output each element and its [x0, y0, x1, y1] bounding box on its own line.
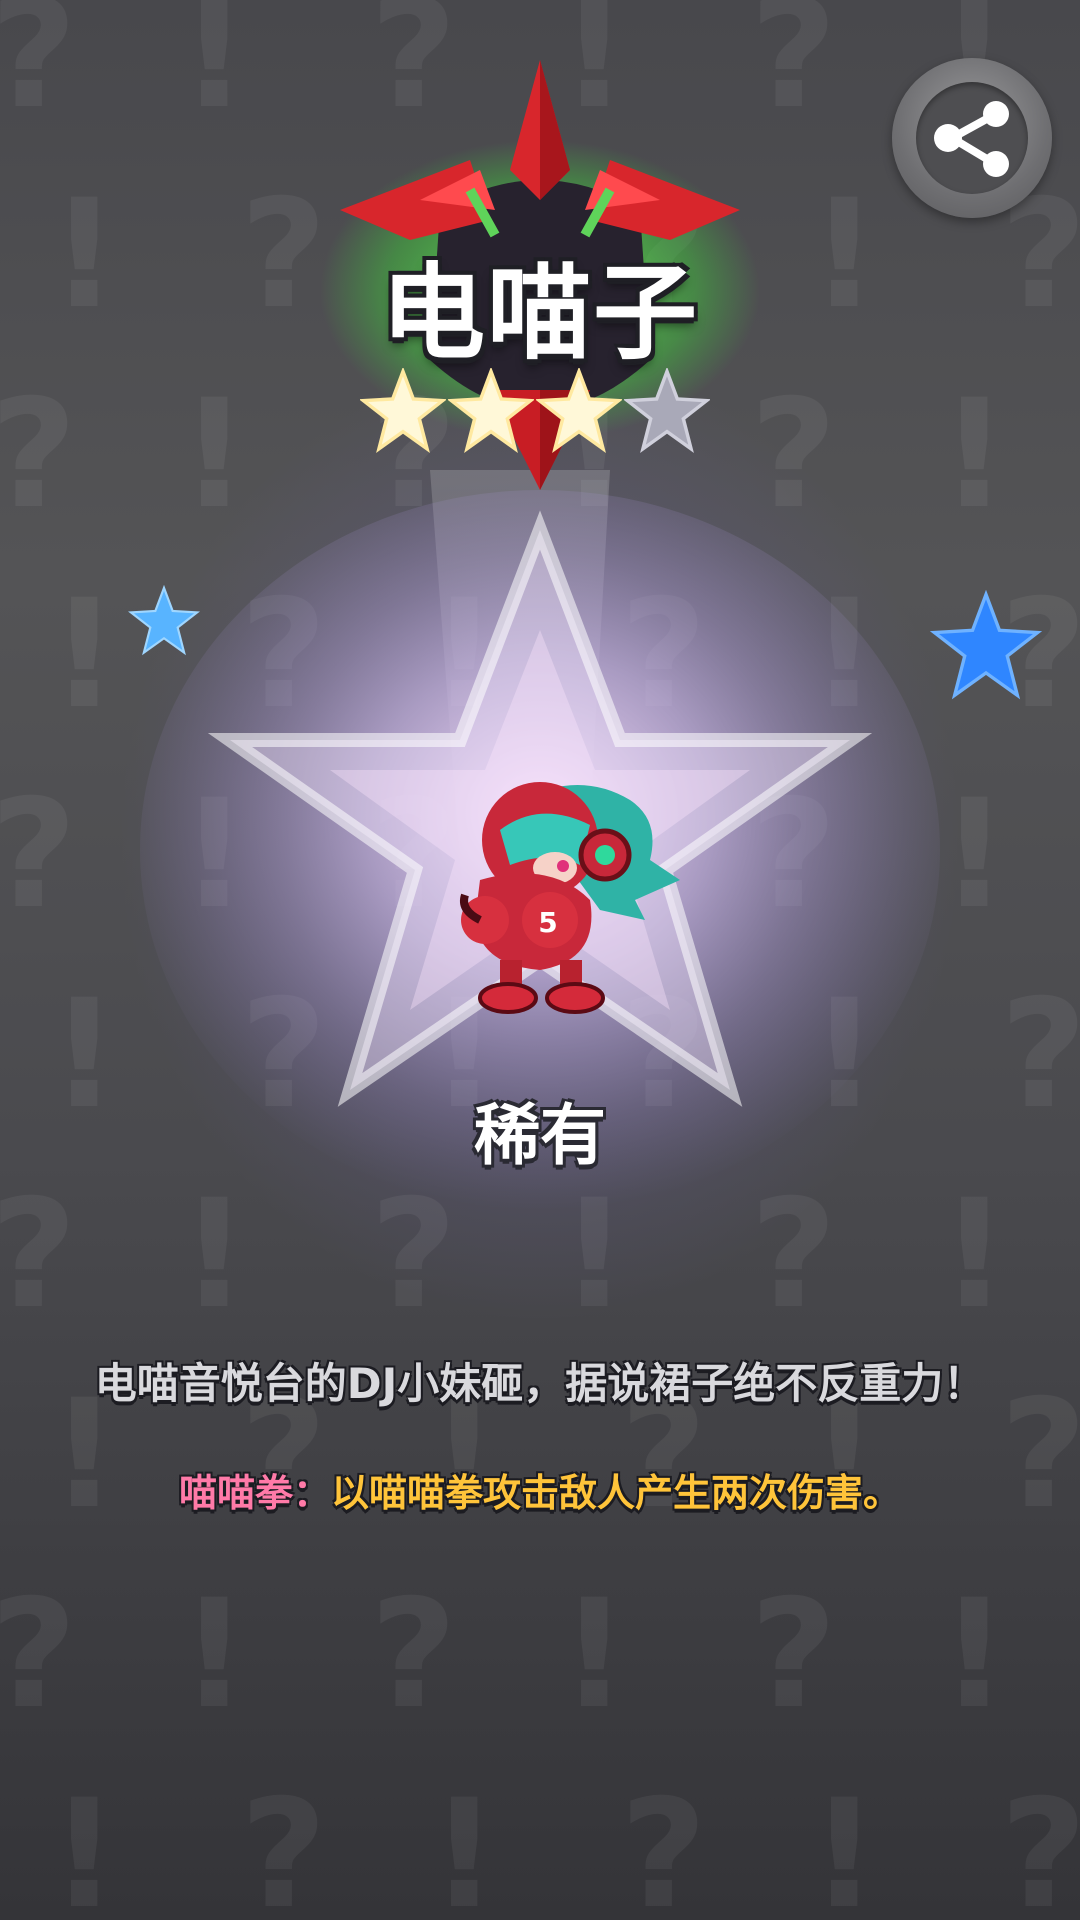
background-glyph: ? — [750, 768, 838, 942]
background-glyph: ! — [50, 168, 119, 342]
character-name: 电喵子 — [380, 252, 699, 374]
background-glyph: ! — [50, 568, 119, 742]
background-glyph: ? — [620, 568, 708, 742]
background-glyph: ? — [0, 1180, 77, 1330]
background-glyph: ! — [940, 768, 1009, 942]
background-glyph: ! — [940, 1168, 1009, 1342]
background-glyph: ! — [180, 1568, 249, 1742]
background-glyph: ? — [240, 1768, 328, 1920]
share-icon — [934, 101, 1009, 177]
star-rating — [360, 368, 720, 458]
background-glyph: ? — [750, 368, 838, 542]
background-glyph: ? — [620, 1768, 708, 1920]
background-glyph: ? — [750, 1168, 838, 1342]
background-glyph: ? — [0, 780, 77, 930]
skill-description: 以喵喵拳攻击敌人产生两次伤害。 — [331, 1471, 902, 1515]
character-figure: 5 — [460, 782, 680, 1014]
background-glyph: ! — [560, 1568, 629, 1742]
background-glyph: ? — [750, 0, 838, 142]
background-glyph: ! — [180, 1168, 249, 1342]
skill-name: 喵喵拳： — [178, 1471, 331, 1515]
background-glyph: ! — [180, 0, 249, 142]
background-glyph: ! — [430, 1768, 499, 1920]
star-filled-icon — [360, 368, 446, 453]
character-reveal-screen: ?!?!?!!?!?!??!?!?!!?!?!??!?!?!!?!?!??!?!… — [0, 0, 1080, 1920]
character-description: 电喵音悦台的DJ小妹砸，据说裙子绝不反重力！ — [94, 1359, 986, 1408]
star-filled-icon — [536, 368, 622, 453]
background-glyph: ? — [0, 0, 77, 130]
background-glyph: ! — [560, 1168, 629, 1342]
background-glyph: ! — [810, 1768, 879, 1920]
decorative-star-icon — [128, 585, 200, 656]
background-glyph: ? — [1000, 1768, 1080, 1920]
background-glyph: ! — [50, 1768, 119, 1920]
background-glyph: ? — [240, 968, 328, 1142]
share-button[interactable] — [892, 58, 1052, 218]
background-glyph: ? — [1000, 968, 1080, 1142]
background-glyph: ? — [370, 1568, 458, 1742]
background-glyph: ? — [370, 1168, 458, 1342]
share-button-inner — [916, 82, 1028, 194]
star-empty-icon — [624, 368, 710, 453]
rarity-label: 稀有 — [474, 1097, 606, 1174]
background-glyph: ! — [180, 368, 249, 542]
background-glyph: ? — [0, 1580, 77, 1730]
background-glyph: ? — [240, 568, 328, 742]
background-glyph: ! — [180, 768, 249, 942]
svg-text:5: 5 — [538, 906, 557, 939]
background-glyph: ? — [0, 380, 77, 530]
background-glyph: ? — [750, 1568, 838, 1742]
background-glyph: ! — [810, 968, 879, 1142]
background-glyph: ! — [50, 968, 119, 1142]
background-glyph: ! — [430, 568, 499, 742]
background-glyph: ! — [940, 368, 1009, 542]
star-filled-icon — [448, 368, 534, 453]
decorative-star-icon — [930, 590, 1042, 700]
skill-line: 喵喵拳：以喵喵拳攻击敌人产生两次伤害。 — [40, 1462, 1040, 1517]
background-glyph: ! — [940, 1568, 1009, 1742]
background-glyph: ! — [810, 568, 879, 742]
